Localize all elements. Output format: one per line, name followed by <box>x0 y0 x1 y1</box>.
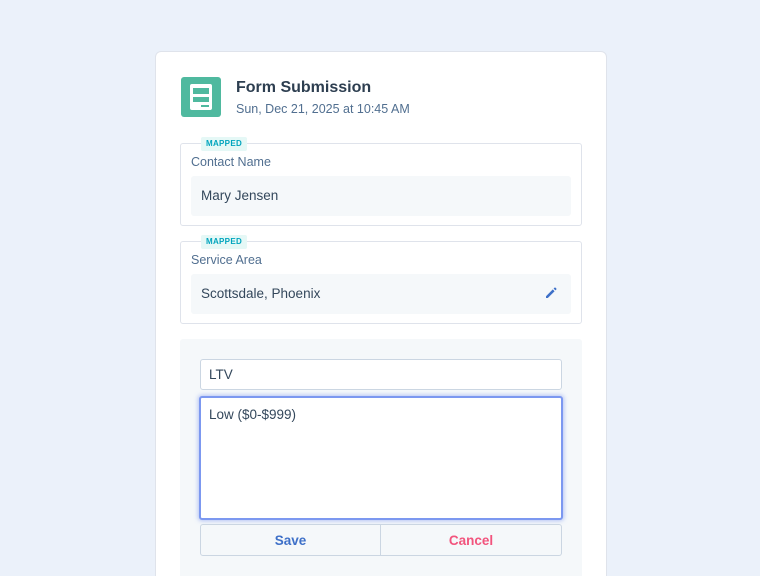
property-value-textarea[interactable]: Low ($0-$999) <box>199 396 563 520</box>
save-button[interactable]: Save <box>200 524 381 556</box>
edit-actions: Save Cancel <box>200 524 562 556</box>
submission-header: Form Submission Sun, Dec 21, 2025 at 10:… <box>181 77 581 119</box>
field-value-text: Scottsdale, Phoenix <box>201 286 321 301</box>
field-label: Contact Name <box>191 155 271 169</box>
submission-card: Form Submission Sun, Dec 21, 2025 at 10:… <box>155 51 607 576</box>
cancel-button[interactable]: Cancel <box>381 524 562 556</box>
page-title: Form Submission <box>236 79 372 96</box>
field-contact-name: MAPPED Contact Name Mary Jensen <box>180 137 582 226</box>
field-label: Service Area <box>191 253 262 267</box>
pencil-icon[interactable] <box>543 285 559 301</box>
form-icon <box>181 77 221 117</box>
submission-timestamp: Sun, Dec 21, 2025 at 10:45 AM <box>236 102 410 116</box>
property-name-input[interactable] <box>200 359 562 390</box>
contact-name-value: Mary Jensen <box>191 176 571 216</box>
mapped-badge: MAPPED <box>201 235 248 249</box>
mapped-badge: MAPPED <box>201 137 248 151</box>
edit-property-panel: Low ($0-$999) Save Cancel <box>180 339 582 576</box>
field-service-area: MAPPED Service Area Scottsdale, Phoenix <box>180 235 582 324</box>
field-value-text: Mary Jensen <box>201 188 279 203</box>
service-area-value: Scottsdale, Phoenix <box>191 274 571 314</box>
